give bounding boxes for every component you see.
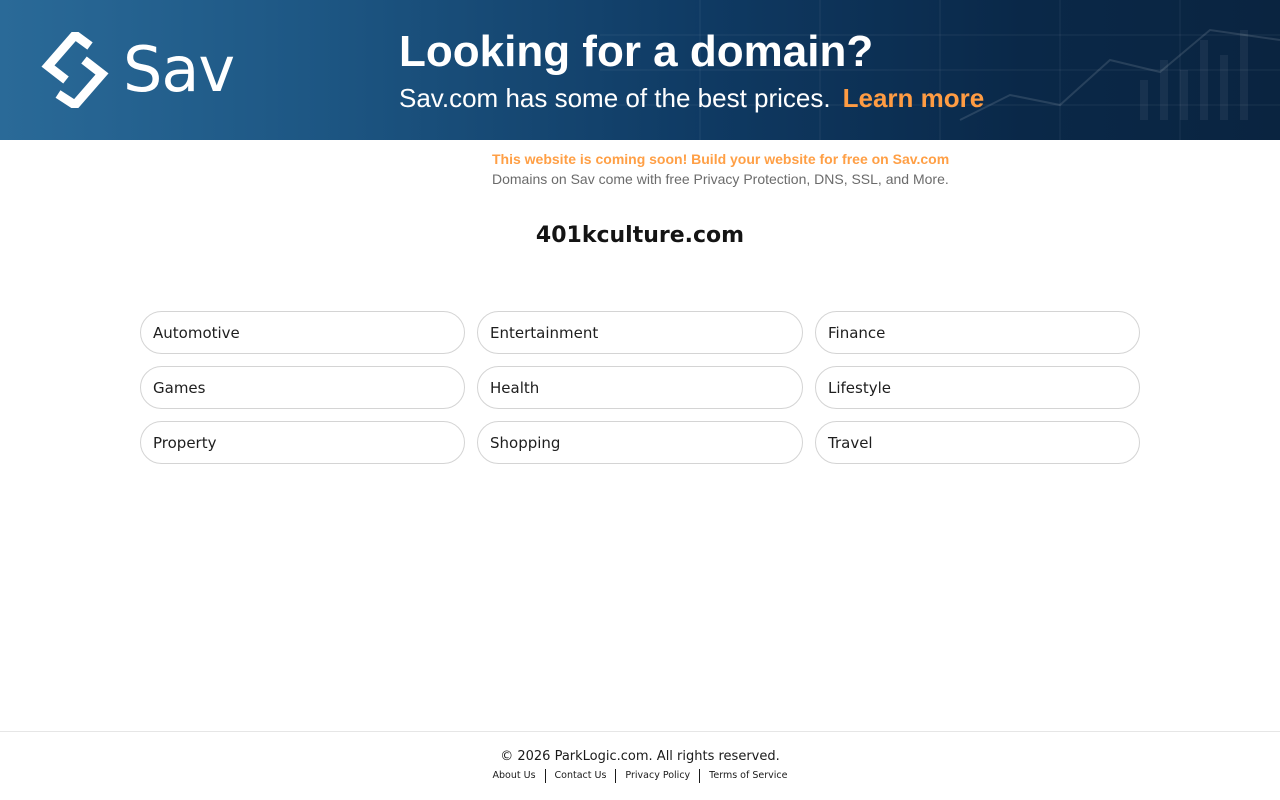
sav-logo-mark-icon (41, 32, 109, 108)
category-grid: Automotive Entertainment Finance Games H… (140, 311, 1140, 464)
sav-logo-text: Sav (123, 33, 235, 106)
promo-message: This website is coming soon! Build your … (492, 149, 962, 189)
domain-name-title: 401kculture.com (535, 223, 745, 248)
footer-link-about-us[interactable]: About Us (484, 768, 545, 784)
category-button[interactable]: Entertainment (477, 311, 803, 354)
banner-subline: Sav.com has some of the best prices. Lear… (399, 81, 984, 115)
footer-link-privacy-policy[interactable]: Privacy Policy (616, 768, 699, 784)
category-button[interactable]: Games (140, 366, 465, 409)
category-button[interactable]: Automotive (140, 311, 465, 354)
category-button[interactable]: Travel (815, 421, 1140, 464)
page-footer: © 2026 ParkLogic.com. All rights reserve… (0, 731, 1280, 800)
copyright-text: © 2026 ParkLogic.com. All rights reserve… (500, 749, 780, 764)
category-button[interactable]: Finance (815, 311, 1140, 354)
sav-promo-banner[interactable]: Sav Looking for a domain? Sav.com has so… (0, 0, 1280, 140)
footer-link-contact-us[interactable]: Contact Us (546, 768, 616, 784)
learn-more-link[interactable]: Learn more (843, 83, 985, 113)
category-button[interactable]: Lifestyle (815, 366, 1140, 409)
banner-subline-text: Sav.com has some of the best prices. (399, 83, 831, 113)
banner-headline: Looking for a domain? (399, 27, 874, 76)
promo-features-text: Domains on Sav come with free Privacy Pr… (492, 171, 949, 187)
category-button[interactable]: Health (477, 366, 803, 409)
category-button[interactable]: Shopping (477, 421, 803, 464)
footer-link-terms-of-service[interactable]: Terms of Service (700, 768, 796, 784)
coming-soon-link[interactable]: This website is coming soon! Build your … (492, 149, 962, 169)
footer-links: About Us Contact Us Privacy Policy Terms… (0, 768, 1280, 784)
category-button[interactable]: Property (140, 421, 465, 464)
sav-logo[interactable]: Sav (40, 32, 240, 108)
